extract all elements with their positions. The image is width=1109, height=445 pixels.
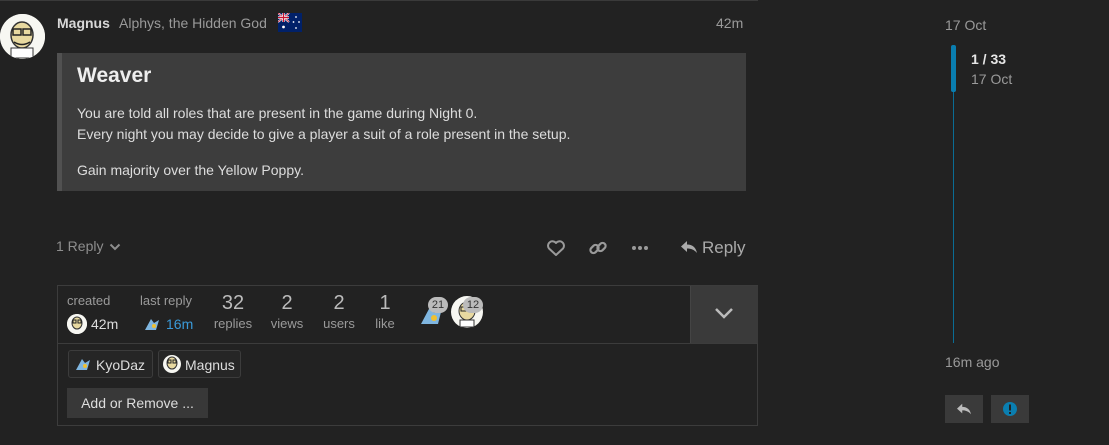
chip-username: KyoDaz [96,357,146,373]
stat-number: 1 [379,292,391,314]
chevron-down-icon [109,239,121,255]
stat-label: users [323,316,355,331]
reply-arrow-icon [956,402,972,419]
stat-label: views [270,316,304,331]
exclamation-circle-icon [1002,401,1018,420]
created-label: created [67,293,111,308]
last-reply-label: last reply [140,293,193,308]
stat-label: like [375,316,395,331]
stat-number: 32 [221,292,245,314]
timeline-start-date[interactable]: 17 Oct [945,17,986,33]
reply-button[interactable]: Reply [680,238,745,260]
timeline-reply-button[interactable] [945,395,983,423]
chevron-down-icon [714,306,734,325]
avatar [74,355,92,376]
heart-icon[interactable] [545,237,567,259]
reply-arrow-icon [680,239,698,260]
participant-avatar[interactable]: 21 [416,297,448,330]
last-reply-info[interactable]: 16m [142,314,193,334]
add-remove-users-button[interactable]: Add or Remove ... [67,388,208,418]
last-reply-time: 16m [166,316,194,332]
timeline-last-activity[interactable]: 16m ago [945,354,999,370]
created-time: 42m [91,316,119,332]
reply-label: Reply [702,238,746,257]
created-info[interactable]: 42m [67,314,118,334]
expand-topic-map-button[interactable] [690,286,758,343]
role-text-line: You are told all roles that are present … [77,105,478,121]
user-chip-kyodaz[interactable]: KyoDaz [68,350,153,378]
timeline-post-counter: 1 / 33 [971,51,1007,67]
post-count-badge: 12 [463,297,483,313]
post-column: Magnus Alphys, the Hidden God 42m Weaver… [0,0,758,445]
replies-toggle-label: 1 Reply [56,238,104,254]
ellipsis-icon[interactable] [629,237,651,259]
stat-number: 2 [333,292,345,314]
post-count-badge: 21 [428,297,448,313]
link-icon[interactable] [587,237,609,259]
avatar [67,314,87,334]
stat-replies: 32 replies [211,292,255,331]
post-date[interactable]: 42m [716,15,743,31]
avatar [142,314,162,334]
timeline-scroll-handle[interactable] [951,45,956,92]
stat-label: replies [213,316,253,331]
post-username[interactable]: Magnus [57,15,110,31]
role-text-line: Gain majority over the Yellow Poppy. [77,162,304,178]
role-quote-box: Weaver You are told all roles that are p… [57,53,746,191]
post-divider [0,0,758,1]
user-chip-magnus[interactable]: Magnus [158,350,241,378]
avatar [163,355,181,373]
user-avatar[interactable] [0,14,45,59]
role-title: Weaver [77,64,152,87]
australia-flag-icon [277,12,302,32]
stat-users: 2 users [317,292,361,331]
stat-views: 2 views [265,292,309,331]
timeline-current-date: 17 Oct [971,71,1013,87]
participant-avatar[interactable]: 12 [451,296,483,328]
topic-map-separator [58,343,757,344]
stat-number: 2 [281,292,293,314]
timeline-notification-button[interactable] [991,395,1029,423]
post-user-title: Alphys, the Hidden God [119,15,267,31]
show-replies-button[interactable]: 1 Reply [56,238,121,255]
role-text-line: Every night you may decide to give a pla… [77,126,571,142]
stat-likes: 1 like [363,292,407,331]
chip-username: Magnus [185,357,235,373]
